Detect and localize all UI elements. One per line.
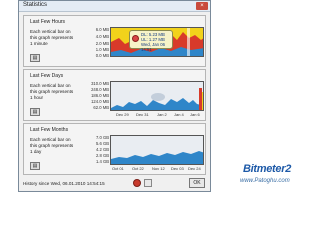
x-tick: Dec 31 [136, 112, 149, 117]
x-tick: Dec 24 [188, 166, 201, 171]
y-tick: 124.0 MB [91, 99, 109, 104]
x-tick: Dec 03 [171, 166, 184, 171]
y-tick: 186.0 MB [91, 93, 109, 98]
y-tick: 310.0 MB [91, 81, 109, 86]
x-tick: Jan 2 [157, 112, 167, 117]
y-tick: 2.0 MB [95, 41, 109, 46]
y-tick: 1.4 GB [95, 159, 109, 164]
graph-months-bars [111, 136, 203, 164]
y-axis: 7.0 GB 5.6 GB 4.2 GB 2.8 GB 1.4 GB [83, 135, 109, 165]
graph-days [110, 81, 204, 111]
options-icon[interactable]: ▤ [30, 108, 40, 116]
graph-hours: DL: 5.23 MB UL: 1.27 MB Wed, Jan 06 14:5… [110, 27, 204, 57]
panel-last-few-hours: Last Few Hours Each vertical bar on this… [23, 15, 206, 67]
watermark-site: www.Patoghu.com [240, 178, 290, 184]
x-axis: Oct 01 Oct 22 Nov 12 Dec 03 Dec 24 [110, 166, 204, 172]
y-tick: 6.0 MB [95, 27, 109, 32]
x-tick: Nov 12 [152, 166, 165, 171]
y-tick: 4.2 GB [95, 147, 109, 152]
footer: History since Wed, 06.01.2010 14:54:15 O… [23, 178, 206, 190]
tooltip-time: Wed, Jan 06 14:51 [141, 42, 166, 52]
x-tick: Jan 4 [174, 112, 184, 117]
x-tick: Oct 01 [112, 166, 124, 171]
y-tick: 5.6 GB [95, 141, 109, 146]
y-axis: 6.0 MB 4.0 MB 2.0 MB 1.0 MB 0.0 MB [83, 27, 109, 58]
y-tick: 0.0 MB [95, 53, 109, 58]
panel-heading: Last Few Hours [30, 19, 66, 25]
x-tick: Jan 6 [190, 112, 200, 117]
title-bar: Statistics × [19, 1, 210, 12]
panel-description: Each vertical bar on this graph represen… [30, 83, 74, 100]
options-icon[interactable]: ▤ [30, 162, 40, 170]
y-tick: 7.0 GB [95, 135, 109, 140]
y-axis: 310.0 MB 248.0 MB 186.0 MB 124.0 MB 62.0… [83, 81, 109, 111]
history-text: History since Wed, 06.01.2010 14:54:15 [23, 181, 105, 186]
watermark-brand: Bitmeter2 [243, 163, 292, 175]
panel-last-few-months: Last Few Months Each vertical bar on thi… [23, 123, 206, 175]
statistics-window: Statistics × Last Few Hours Each vertica… [18, 0, 211, 192]
x-tick: Oct 22 [132, 166, 144, 171]
ok-button[interactable]: OK [189, 178, 205, 188]
y-tick: 62.0 MB [93, 105, 109, 110]
y-tick: 248.0 MB [91, 87, 109, 92]
panel-description: Each vertical bar on this graph represen… [30, 29, 74, 46]
y-tick: 1.0 MB [95, 47, 109, 52]
panel-last-few-days: Last Few Days Each vertical bar on this … [23, 69, 206, 121]
save-icon[interactable] [144, 179, 152, 187]
panel-heading: Last Few Months [30, 127, 69, 133]
x-axis: Dec 29 Dec 31 Jan 2 Jan 4 Jan 6 [110, 112, 204, 118]
close-button[interactable]: × [196, 2, 208, 10]
tooltip: DL: 5.23 MB UL: 1.27 MB Wed, Jan 06 14:5… [129, 30, 173, 52]
window-title: Statistics [23, 2, 48, 8]
panel-heading: Last Few Days [30, 73, 64, 79]
y-tick: 4.0 MB [95, 34, 109, 39]
graph-days-bars [111, 82, 203, 110]
y-tick: 2.8 GB [95, 153, 109, 158]
graph-months [110, 135, 204, 165]
x-tick: Dec 29 [116, 112, 129, 117]
clock-icon [132, 35, 139, 42]
panel-description: Each vertical bar on this graph represen… [30, 137, 74, 154]
stop-icon[interactable] [133, 179, 141, 187]
options-icon[interactable]: ▤ [30, 54, 40, 62]
